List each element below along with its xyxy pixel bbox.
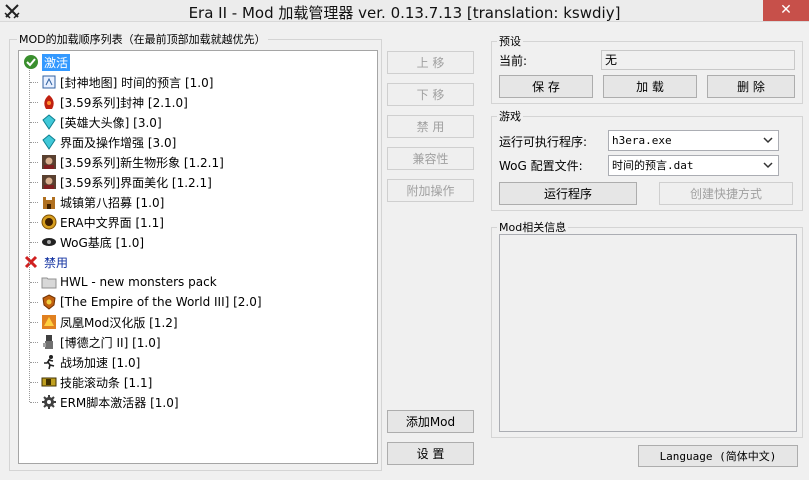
preset-current-field: 无: [601, 50, 795, 70]
move-down-button[interactable]: 下 移: [387, 83, 474, 106]
preset-delete-button[interactable]: 删 除: [707, 75, 795, 98]
mod-item[interactable]: ERM脚本激活器 [1.0]: [41, 392, 179, 412]
create-shortcut-button[interactable]: 创建快捷方式: [659, 182, 793, 205]
wog-config-label: WoG 配置文件:: [499, 159, 583, 173]
wog-config-select-value: 时间的预言.dat: [612, 159, 694, 172]
exe-select-value: h3era.exe: [612, 134, 672, 147]
exe-select[interactable]: h3era.exe: [608, 130, 779, 151]
mod-item[interactable]: 战场加速 [1.0]: [41, 352, 140, 372]
mod-item[interactable]: 界面及操作增强 [3.0]: [41, 132, 176, 152]
mod-item-label: [The Empire of the World III] [2.0]: [60, 295, 262, 309]
mod-item-label: HWL - new monsters pack: [60, 275, 217, 289]
map-scroll-icon: [42, 75, 56, 89]
mod-item-label: 城镇第八招募 [1.0]: [60, 195, 165, 210]
mod-item[interactable]: [3.59系列]新生物形象 [1.2.1]: [41, 152, 224, 172]
compatibility-button[interactable]: 兼容性: [387, 147, 474, 170]
mod-item-label: [3.59系列]界面美化 [1.2.1]: [60, 175, 212, 190]
disable-button[interactable]: 禁 用: [387, 115, 474, 138]
scrollbar-icon: [41, 377, 57, 387]
mod-item-label: [3.59系列]封神 [2.1.0]: [60, 95, 188, 110]
mod-item[interactable]: [3.59系列]封神 [2.1.0]: [41, 92, 188, 112]
add-mod-button[interactable]: 添加Mod: [387, 410, 474, 433]
mod-item[interactable]: 城镇第八招募 [1.0]: [41, 192, 164, 212]
folder-icon: [41, 277, 57, 289]
preset-save-button[interactable]: 保 存: [499, 75, 593, 98]
chevron-down-icon[interactable]: [761, 133, 775, 147]
gear-icon: [42, 395, 56, 409]
mod-item-label: [博德之门 II] [1.0]: [60, 335, 161, 350]
category-enabled[interactable]: 激活: [23, 52, 71, 72]
mod-item[interactable]: [英雄大头像] [3.0]: [41, 112, 162, 132]
mod-item[interactable]: [封神地图] 时间的预言 [1.0]: [41, 72, 213, 92]
wog-config-select[interactable]: 时间的预言.dat: [608, 155, 779, 176]
category-enabled-label: 激活: [42, 53, 71, 71]
mod-item[interactable]: [博德之门 II] [1.0]: [41, 332, 161, 352]
portrait-icon: [42, 155, 56, 169]
crest-icon: [42, 294, 56, 310]
chevron-down-icon[interactable]: [761, 158, 775, 172]
mod-item-label: ERA中文界面 [1.1]: [60, 215, 164, 230]
preset-load-button[interactable]: 加 载: [603, 75, 697, 98]
extra-ops-button[interactable]: 附加操作: [387, 179, 474, 202]
settings-button[interactable]: 设 置: [387, 442, 474, 465]
window-title: Era II - Mod 加载管理器 ver. 0.13.7.13 [trans…: [188, 4, 621, 22]
portrait-icon: [42, 175, 56, 189]
checkmark-icon: [24, 55, 38, 69]
red-x-icon: [24, 255, 38, 269]
preset-group-label: 预设: [497, 35, 523, 48]
category-disabled[interactable]: 禁用: [23, 252, 70, 272]
mod-info-textbox[interactable]: [499, 234, 797, 432]
mod-item[interactable]: 技能滚动条 [1.1]: [41, 372, 152, 392]
preset-current-label: 当前:: [499, 54, 528, 68]
mod-item[interactable]: 凤凰Mod汉化版 [1.2]: [41, 312, 178, 332]
red-creature-icon: [44, 95, 54, 109]
category-disabled-label: 禁用: [44, 255, 69, 270]
mod-item[interactable]: WoG基底 [1.0]: [41, 232, 144, 252]
close-icon: ✕: [780, 2, 792, 18]
mod-item[interactable]: [The Empire of the World III] [2.0]: [41, 292, 262, 312]
mod-item-label: 技能滚动条 [1.1]: [60, 375, 153, 390]
knight-icon: [43, 335, 53, 349]
mod-tree[interactable]: 激活 [封神地图] 时间的预言 [1.0] [3.59系列]封神 [2.1.0] […: [18, 50, 378, 464]
mod-item-label: [封神地图] 时间的预言 [1.0]: [60, 75, 214, 90]
phoenix-icon: [42, 315, 56, 329]
mod-item-label: 战场加速 [1.0]: [60, 355, 141, 370]
mod-item-label: WoG基底 [1.0]: [60, 235, 145, 250]
mod-item-label: 界面及操作增强 [3.0]: [60, 135, 177, 150]
close-button[interactable]: ✕: [763, 0, 809, 21]
language-button[interactable]: Language (简体中文): [638, 445, 798, 467]
mod-item[interactable]: HWL - new monsters pack: [41, 272, 217, 292]
title-bar: Era II - Mod 加载管理器 ver. 0.13.7.13 [trans…: [0, 0, 809, 22]
runner-icon: [44, 355, 55, 370]
mod-item[interactable]: ERA中文界面 [1.1]: [41, 212, 164, 232]
mod-item-label: ERM脚本激活器 [1.0]: [60, 395, 179, 410]
mod-list-group-label: MOD的加载顺序列表（在最前顶部加载就越优先）: [17, 33, 268, 46]
mod-item-label: [英雄大头像] [3.0]: [60, 115, 162, 130]
cyan-crystal-icon: [42, 114, 56, 130]
exe-label: 运行可执行程序:: [499, 135, 588, 149]
game-group-label: 游戏: [497, 110, 523, 123]
mod-item-label: [3.59系列]新生物形象 [1.2.1]: [60, 155, 224, 170]
mod-info-group-label: Mod相关信息: [497, 221, 569, 234]
move-up-button[interactable]: 上 移: [387, 51, 474, 74]
mod-item[interactable]: [3.59系列]界面美化 [1.2.1]: [41, 172, 212, 192]
gold-coin-icon: [41, 214, 57, 230]
run-game-button[interactable]: 运行程序: [499, 182, 637, 205]
castle-icon: [43, 197, 55, 209]
mod-item-label: 凤凰Mod汉化版 [1.2]: [60, 315, 178, 330]
dark-eye-icon: [42, 238, 56, 246]
cyan-crystal-icon: [42, 134, 56, 150]
